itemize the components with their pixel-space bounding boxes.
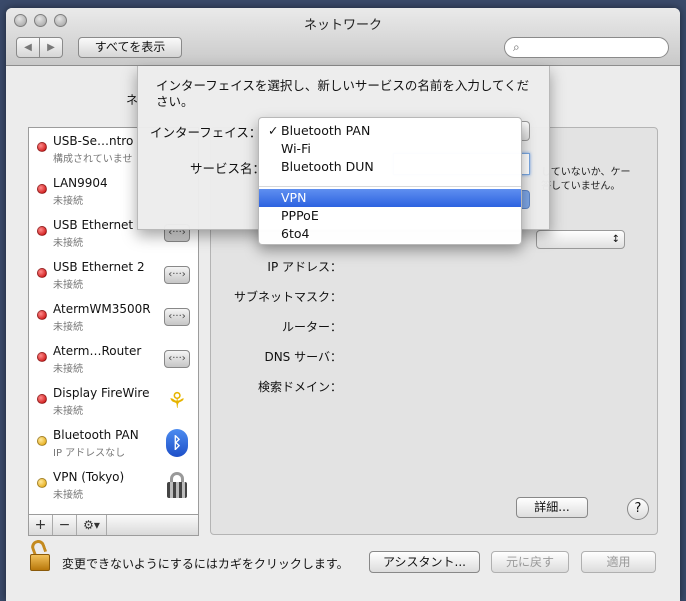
vpn-lock-icon — [163, 471, 191, 499]
menu-item-vpn[interactable]: VPN — [259, 189, 521, 207]
unlocked-padlock-icon[interactable] — [28, 538, 54, 572]
menu-item-label: 6to4 — [281, 226, 310, 241]
menu-item-wifi[interactable]: Wi-Fi — [259, 140, 521, 158]
service-name: Display FireWire — [53, 386, 150, 400]
apply-button[interactable]: 適用 — [581, 551, 656, 573]
assistant-button[interactable]: アシスタント... — [369, 551, 480, 573]
menu-item-label: Bluetooth DUN — [281, 159, 374, 174]
interface-dropdown-menu[interactable]: ✓ Bluetooth PAN Wi-Fi Bluetooth DUN VPN … — [258, 117, 522, 245]
bluetooth-icon: ᛒ — [163, 429, 191, 457]
menu-item-pppoe[interactable]: PPPoE — [259, 207, 521, 225]
interface-label: インターフェイス： — [150, 125, 262, 140]
status-dot-red — [37, 310, 47, 320]
help-button[interactable]: ? — [627, 498, 649, 520]
back-arrow-icon: ◀ — [24, 42, 32, 53]
remove-service-button[interactable]: − — [53, 515, 77, 535]
menu-item-label: PPPoE — [281, 208, 319, 223]
service-status: 未接続 — [53, 490, 83, 501]
service-item[interactable]: VPN (Tokyo) 未接続 — [29, 464, 198, 506]
service-name: AtermWM3500R — [53, 302, 151, 316]
service-status: 未接続 — [53, 280, 83, 291]
add-service-button[interactable]: + — [29, 515, 53, 535]
service-list-toolbar: + − ⚙▾ — [28, 515, 199, 536]
network-icon: ‹···› — [163, 303, 191, 331]
service-status: 構成されていませ — [53, 154, 133, 165]
checkmark-icon: ✓ — [268, 123, 279, 138]
service-status: 未接続 — [53, 196, 83, 207]
service-status: 未接続 — [53, 322, 83, 333]
network-icon: ‹···› — [163, 261, 191, 289]
service-name: Bluetooth PAN — [53, 428, 139, 442]
window-title: ネットワーク — [303, 18, 382, 33]
status-dot-red — [37, 142, 47, 152]
service-item[interactable]: USB Ethernet 2 未接続 ‹···› — [29, 254, 198, 296]
menu-item-bluetooth-dun[interactable]: Bluetooth DUN — [259, 158, 521, 176]
service-name: USB Ethernet — [53, 218, 134, 232]
service-name: Aterm…Router — [53, 344, 142, 358]
search-icon: ⌕ — [513, 40, 520, 54]
status-description: していないか、ケー 答していません。 — [541, 167, 631, 192]
service-name: LAN9904 — [53, 176, 108, 190]
menu-separator — [259, 186, 521, 187]
menu-item-label: VPN — [281, 190, 307, 205]
sheet-message: インターフェイスを選択し、新しいサービスの名前を入力してください。 — [156, 78, 530, 109]
router-label: ルーター： — [281, 320, 342, 334]
status-dot-red — [37, 394, 47, 404]
forward-arrow-icon: ▶ — [47, 42, 55, 53]
menu-item-label: Wi-Fi — [281, 141, 311, 156]
search-field[interactable]: ⌕ — [504, 37, 669, 58]
revert-button[interactable]: 元に戻す — [491, 551, 569, 573]
firewire-icon: ⚘ — [167, 388, 187, 414]
status-dot-red — [37, 184, 47, 194]
lock-instruction-text: 変更できないようにするにはカギをクリックします。 — [62, 557, 349, 571]
configure-popup[interactable]: ↕ — [536, 230, 625, 249]
subnet-mask-label: サブネットマスク： — [233, 290, 342, 304]
service-item[interactable]: Display FireWire 未接続 ⚘ — [29, 380, 198, 422]
status-dot-yellow — [37, 436, 47, 446]
menu-item-6to4[interactable]: 6to4 — [259, 225, 521, 243]
popup-arrow-icon: ↕ — [611, 234, 620, 245]
forward-button[interactable]: ▶ — [39, 37, 63, 58]
ip-address-label: IP アドレス： — [267, 260, 342, 274]
gear-menu-button[interactable]: ⚙▾ — [77, 515, 107, 535]
status-dot-yellow — [37, 478, 47, 488]
service-name: VPN (Tokyo) — [53, 470, 125, 484]
service-name: USB-Se…ntro — [53, 134, 134, 148]
show-all-button[interactable]: すべてを表示 — [78, 37, 182, 58]
service-item[interactable]: Aterm…Router 未接続 ‹···› — [29, 338, 198, 380]
service-status: 未接続 — [53, 238, 83, 249]
status-dot-red — [37, 226, 47, 236]
network-icon: ‹···› — [163, 345, 191, 373]
service-status: 未接続 — [53, 406, 83, 417]
service-item[interactable]: AtermWM3500R 未接続 ‹···› — [29, 296, 198, 338]
dns-server-label: DNS サーバ： — [264, 350, 342, 364]
title-bar: ネットワーク ◀ ▶ すべてを表示 ⌕ — [6, 8, 680, 66]
search-domain-label: 検索ドメイン： — [257, 380, 342, 394]
back-button[interactable]: ◀ — [16, 37, 40, 58]
service-item[interactable]: Bluetooth PAN IP アドレスなし ᛒ — [29, 422, 198, 464]
menu-item-bluetooth-pan[interactable]: ✓ Bluetooth PAN — [259, 122, 521, 140]
service-status: 未接続 — [53, 364, 83, 375]
status-dot-red — [37, 268, 47, 278]
status-dot-red — [37, 352, 47, 362]
service-status: IP アドレスなし — [53, 448, 126, 459]
advanced-button[interactable]: 詳細... — [516, 497, 588, 518]
menu-item-label: Bluetooth PAN — [281, 123, 371, 138]
service-name-label: サービス名： — [190, 161, 266, 176]
service-name: USB Ethernet 2 — [53, 260, 145, 274]
